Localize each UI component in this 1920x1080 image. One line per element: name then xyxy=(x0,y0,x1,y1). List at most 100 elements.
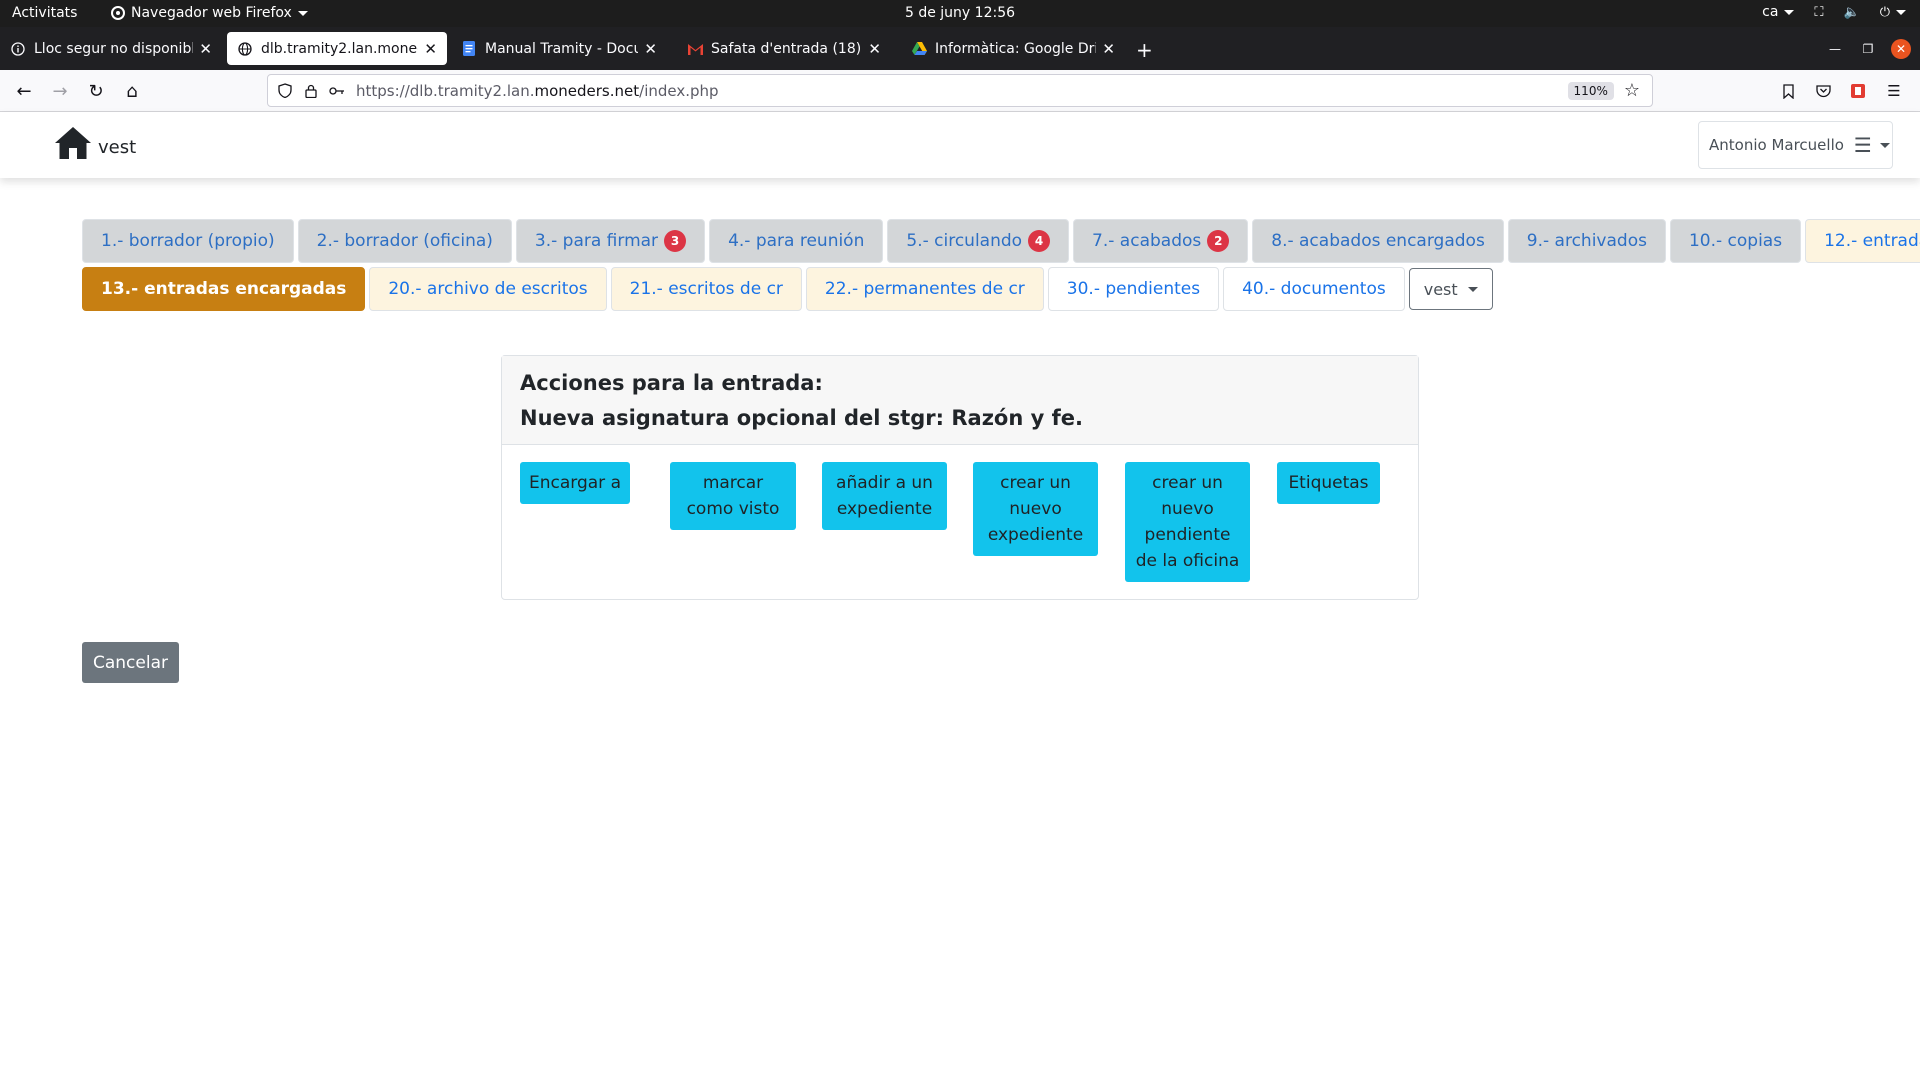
tab-row1-8[interactable]: 9.- archivados xyxy=(1507,219,1666,263)
extension-icon[interactable] xyxy=(1846,79,1870,103)
browser-tab-3[interactable]: Manual Tramity - Document ✕ xyxy=(451,32,667,65)
tab-label: 22.- permanentes de cr xyxy=(824,279,1025,299)
tab-row1-1[interactable]: 1.- borrador (propio) xyxy=(82,219,294,263)
system-top-bar: Activitats Navegador web Firefox 5 de ju… xyxy=(0,0,1920,27)
tab-title: dlb.tramity2.lan.moneders.net xyxy=(261,40,418,57)
url-text[interactable]: https://dlb.tramity2.lan.moneders.net/in… xyxy=(356,82,1568,100)
close-icon[interactable]: ✕ xyxy=(644,40,657,58)
close-window-icon[interactable]: ✕ xyxy=(1891,39,1911,59)
tab-row1-10[interactable]: 12.- entradas4 xyxy=(1805,219,1920,263)
tab-label: 12.- entradas xyxy=(1824,231,1920,251)
close-icon[interactable]: ✕ xyxy=(199,40,212,58)
shield-icon[interactable] xyxy=(276,82,294,100)
browser-tab-strip: Lloc segur no disponible ✕ dlb.tramity2.… xyxy=(0,27,1920,70)
tab-row2-6[interactable]: 40.- documentos xyxy=(1223,267,1405,311)
tab-title: Informàtica: Google Drive xyxy=(935,40,1097,57)
close-icon[interactable]: ✕ xyxy=(424,40,437,58)
reload-icon[interactable]: ↻ xyxy=(84,79,108,103)
gmail-icon xyxy=(687,41,703,57)
entry-subject: Nueva asignatura opcional del stgr: Razó… xyxy=(520,406,1083,430)
hamburger-menu-icon[interactable]: ☰ xyxy=(1882,79,1906,103)
key-icon[interactable] xyxy=(328,82,346,100)
chevron-down-icon xyxy=(1896,9,1906,15)
tab-label: 2.- borrador (oficina) xyxy=(316,231,493,251)
tab-label: 4.- para reunión xyxy=(728,231,865,251)
brand-link[interactable]: vest xyxy=(54,126,136,160)
url-prefix: https://dlb.tramity2.lan. xyxy=(356,81,535,100)
tab-row2-4[interactable]: 22.- permanentes de cr xyxy=(805,267,1044,311)
office-dropdown[interactable]: vest xyxy=(1408,268,1493,310)
tab-row2-5[interactable]: 30.- pendientes xyxy=(1047,267,1220,311)
count-badge: 2 xyxy=(1207,230,1230,252)
close-icon[interactable]: ✕ xyxy=(868,40,881,58)
network-icon[interactable]: ⛶ xyxy=(1814,5,1823,20)
restore-icon[interactable]: ❐ xyxy=(1858,39,1878,59)
tab-label: 13.- entradas encargadas xyxy=(101,279,347,299)
count-badge: 3 xyxy=(664,230,687,252)
tab-row1-9[interactable]: 10.- copias xyxy=(1669,219,1802,263)
tab-row2-1[interactable]: 13.- entradas encargadas xyxy=(82,267,366,311)
save-to-pocket-icon[interactable] xyxy=(1776,79,1800,103)
browser-tab-5[interactable]: Informàtica: Google Drive ✕ xyxy=(901,32,1125,65)
card-header: Acciones para la entrada: Nueva asignatu… xyxy=(502,356,1418,445)
tab-label: 10.- copias xyxy=(1688,231,1783,251)
firefox-icon xyxy=(111,6,125,20)
bookmark-star-icon[interactable]: ☆ xyxy=(1624,80,1640,101)
encargar-button[interactable]: Encargar a xyxy=(520,462,630,504)
close-icon[interactable]: ✕ xyxy=(1102,40,1115,58)
create-pendiente-button[interactable]: crear un nuevo pendiente de la oficina xyxy=(1125,462,1250,582)
tab-row1-6[interactable]: 7.- acabados 2 xyxy=(1073,219,1249,263)
app-menu[interactable]: Navegador web Firefox xyxy=(111,5,308,21)
count-badge: 4 xyxy=(1028,230,1051,252)
home-icon[interactable]: ⌂ xyxy=(120,79,144,103)
browser-tab-2[interactable]: dlb.tramity2.lan.moneders.net ✕ xyxy=(227,32,447,65)
new-tab-button[interactable]: + xyxy=(1136,38,1153,62)
forward-icon[interactable]: → xyxy=(48,79,72,103)
language-label: ca xyxy=(1762,4,1779,20)
browser-tab-1[interactable]: Lloc segur no disponible ✕ xyxy=(0,32,222,65)
tab-label: 8.- acabados encargados xyxy=(1271,231,1485,251)
clock[interactable]: 5 de juny 12:56 xyxy=(905,5,1015,21)
url-path: /index.php xyxy=(639,81,719,100)
mark-seen-button[interactable]: marcar como visto xyxy=(670,462,796,530)
user-name: Antonio Marcuello xyxy=(1709,136,1844,154)
etiquetas-button[interactable]: Etiquetas xyxy=(1277,462,1380,504)
tab-row1-7[interactable]: 8.- acabados encargados xyxy=(1252,219,1504,263)
section-tabs-row-2: 13.- entradas encargadas 20.- archivo de … xyxy=(82,267,1493,311)
back-icon[interactable]: ← xyxy=(12,79,36,103)
tab-label: 1.- borrador (propio) xyxy=(101,231,275,251)
pocket-icon[interactable] xyxy=(1811,79,1835,103)
app-header: vest Antonio Marcuello ☰ xyxy=(0,112,1920,178)
minimize-icon[interactable]: — xyxy=(1825,39,1845,59)
browser-tab-4[interactable]: Safata d'entrada (18) - jo ✕ xyxy=(677,32,891,65)
cancel-button[interactable]: Cancelar xyxy=(82,642,179,683)
lock-icon[interactable] xyxy=(302,82,320,100)
chevron-down-icon xyxy=(1784,9,1795,15)
tab-label: 40.- documentos xyxy=(1242,279,1386,299)
activities-button[interactable]: Activitats xyxy=(12,5,77,21)
browser-navigation-bar: ← → ↻ ⌂ https://dlb.tramity2.lan.moneder… xyxy=(0,70,1920,112)
chevron-down-icon xyxy=(1467,286,1478,292)
tab-row2-2[interactable]: 20.- archivo de escritos xyxy=(369,267,607,311)
volume-icon[interactable]: 🔈 xyxy=(1844,5,1860,20)
url-bar[interactable]: https://dlb.tramity2.lan.moneders.net/in… xyxy=(267,74,1653,107)
add-to-expediente-button[interactable]: añadir a un expediente xyxy=(822,462,947,530)
actions-card: Acciones para la entrada: Nueva asignatu… xyxy=(501,355,1419,600)
zoom-indicator[interactable]: 110% xyxy=(1567,81,1614,100)
language-indicator[interactable]: ca xyxy=(1762,4,1795,20)
office-dropdown-label: vest xyxy=(1423,279,1458,299)
tab-row1-3[interactable]: 3.- para firmar 3 xyxy=(515,219,706,263)
create-expediente-button[interactable]: crear un nuevo expediente xyxy=(973,462,1098,556)
globe-icon xyxy=(237,41,253,57)
tab-row2-3[interactable]: 21.- escritos de cr xyxy=(610,267,802,311)
tab-row1-2[interactable]: 2.- borrador (oficina) xyxy=(297,219,512,263)
info-icon xyxy=(10,41,26,57)
tab-label: 5.- circulando xyxy=(906,231,1023,251)
drive-icon xyxy=(911,41,927,57)
user-menu[interactable]: Antonio Marcuello ☰ xyxy=(1698,121,1893,169)
tab-row1-5[interactable]: 5.- circulando 4 xyxy=(887,219,1070,263)
chevron-down-icon xyxy=(1879,142,1890,148)
tab-row1-4[interactable]: 4.- para reunión xyxy=(709,219,884,263)
power-icon[interactable]: ⏻ xyxy=(1880,5,1906,20)
tab-label: 20.- archivo de escritos xyxy=(388,279,588,299)
